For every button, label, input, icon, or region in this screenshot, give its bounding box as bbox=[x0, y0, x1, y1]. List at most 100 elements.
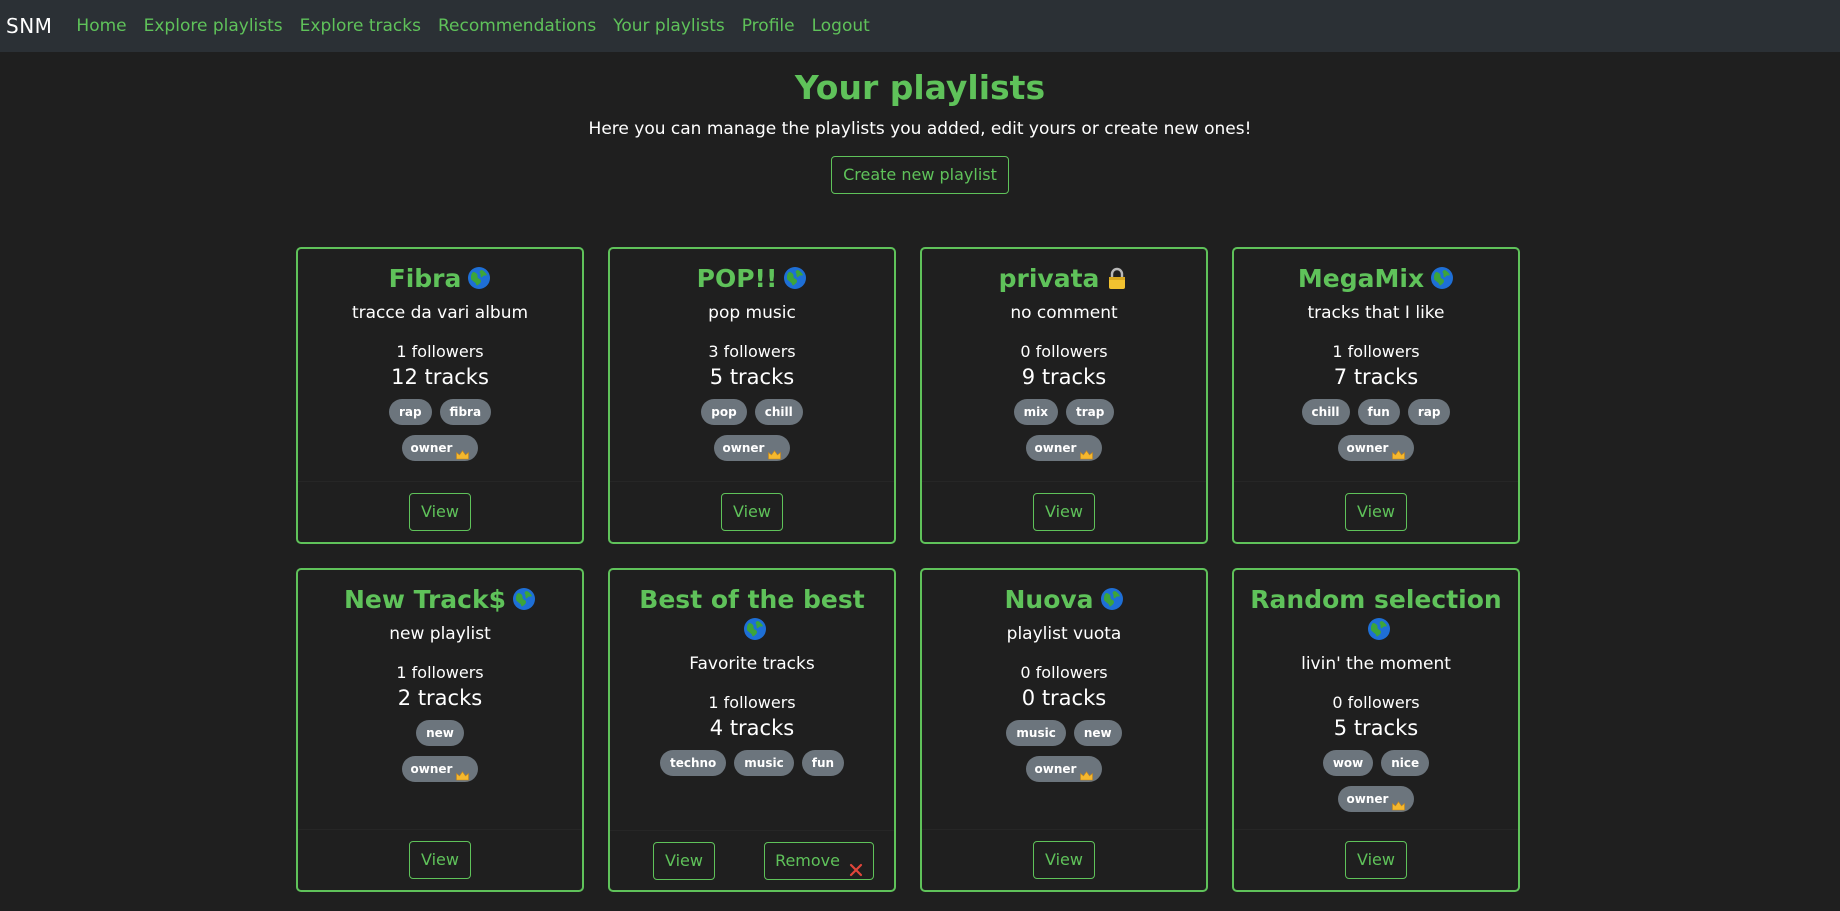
owner-label: owner bbox=[410, 441, 453, 455]
owner-label: owner bbox=[1346, 792, 1389, 806]
card-body: MegaMix tracks that I like 1 followers 7 tr… bbox=[1234, 249, 1518, 461]
view-button[interactable]: View bbox=[1345, 841, 1407, 879]
playlist-title-text: MegaMix bbox=[1297, 264, 1425, 293]
owner-label: owner bbox=[1346, 441, 1389, 455]
tag-badge: chill bbox=[1301, 399, 1350, 425]
tag-list: music new bbox=[922, 720, 1206, 746]
view-button[interactable]: View bbox=[409, 841, 471, 879]
view-button[interactable]: View bbox=[721, 493, 783, 531]
tracks-count: 5 tracks bbox=[1333, 716, 1419, 740]
nav-recommendations[interactable]: Recommendations bbox=[438, 16, 596, 36]
view-button[interactable]: View bbox=[1033, 841, 1095, 879]
playlist-description: playlist vuota bbox=[1006, 624, 1122, 644]
card-footer: View bbox=[298, 829, 582, 890]
view-button[interactable]: View bbox=[1345, 493, 1407, 531]
followers-count: 1 followers bbox=[396, 663, 484, 682]
tag-badge: trap bbox=[1066, 399, 1115, 425]
tag-list: rap fibra bbox=[298, 399, 582, 425]
playlist-grid: Fibra tracce da vari album 1 followers 12 t… bbox=[296, 247, 1521, 892]
card-footer: View bbox=[298, 481, 582, 542]
crown-icon bbox=[456, 443, 470, 460]
playlist-title: MegaMix bbox=[1234, 264, 1518, 294]
followers-count: 1 followers bbox=[708, 693, 796, 712]
playlist-card: New Track$ new playlist 1 followers 2 track… bbox=[296, 568, 584, 892]
tag-list: chill fun rap bbox=[1234, 399, 1518, 425]
nav-profile[interactable]: Profile bbox=[742, 16, 795, 36]
owner-badge: owner bbox=[1025, 756, 1103, 782]
globe-icon bbox=[467, 266, 491, 290]
tracks-count: 0 tracks bbox=[1021, 686, 1107, 710]
card-footer: View bbox=[1234, 481, 1518, 542]
tag-badge: techno bbox=[659, 750, 727, 776]
owner-badge: owner bbox=[401, 435, 479, 461]
playlist-title: privata bbox=[922, 264, 1206, 294]
nav-explore-tracks[interactable]: Explore tracks bbox=[300, 16, 421, 36]
brand-logo[interactable]: SNM bbox=[6, 14, 52, 38]
followers-count: 1 followers bbox=[1332, 342, 1420, 361]
crown-icon bbox=[1080, 764, 1094, 781]
crown-icon bbox=[456, 764, 470, 781]
tag-list: wow nice bbox=[1234, 750, 1518, 776]
tag-list: techno music fun bbox=[610, 750, 894, 776]
playlist-title: Random selection bbox=[1234, 585, 1518, 645]
tag-list: pop chill bbox=[610, 399, 894, 425]
crown-icon bbox=[1080, 443, 1094, 460]
globe-icon bbox=[512, 587, 536, 611]
playlist-title: POP!! bbox=[610, 264, 894, 294]
card-body: New Track$ new playlist 1 followers 2 track… bbox=[298, 570, 582, 782]
tracks-count: 4 tracks bbox=[709, 716, 795, 740]
owner-label: owner bbox=[410, 762, 453, 776]
card-footer: View bbox=[922, 829, 1206, 890]
tracks-count: 7 tracks bbox=[1333, 365, 1419, 389]
playlist-title-text: privata bbox=[998, 264, 1100, 293]
followers-count: 0 followers bbox=[1020, 342, 1108, 361]
create-playlist-button[interactable]: Create new playlist bbox=[831, 156, 1009, 194]
playlist-title-text: Nuova bbox=[1004, 585, 1094, 614]
view-button[interactable]: View bbox=[653, 841, 715, 880]
tag-badge: fun bbox=[801, 750, 845, 776]
tag-badge: mix bbox=[1013, 399, 1058, 425]
view-button[interactable]: View bbox=[1033, 493, 1095, 531]
close-icon bbox=[849, 854, 863, 876]
tag-badge: pop bbox=[701, 399, 747, 425]
playlist-title: New Track$ bbox=[298, 585, 582, 615]
tag-badge: rap bbox=[1407, 399, 1451, 425]
playlist-title: Best of the best bbox=[610, 585, 894, 645]
nav-home[interactable]: Home bbox=[76, 16, 126, 36]
tracks-count: 12 tracks bbox=[391, 365, 489, 389]
owner-label: owner bbox=[1034, 762, 1077, 776]
playlist-card: Random selection livin' the moment 0 follo… bbox=[1232, 568, 1520, 892]
navbar: SNM Home Explore playlists Explore track… bbox=[0, 0, 1840, 52]
remove-button[interactable]: Remove bbox=[764, 841, 874, 880]
playlist-description: tracce da vari album bbox=[351, 303, 529, 323]
tag-badge: music bbox=[1006, 720, 1066, 746]
globe-icon bbox=[1100, 587, 1124, 611]
nav-logout[interactable]: Logout bbox=[812, 16, 870, 36]
tag-badge: new bbox=[1073, 720, 1122, 746]
playlist-title: Fibra bbox=[298, 264, 582, 294]
playlist-title-text: New Track$ bbox=[343, 585, 507, 614]
playlist-card: MegaMix tracks that I like 1 followers 7 tr… bbox=[1232, 247, 1520, 544]
playlist-description: Favorite tracks bbox=[689, 654, 815, 674]
page-header: Your playlists Here you can manage the p… bbox=[0, 52, 1840, 194]
owner-badge: owner bbox=[1025, 435, 1103, 461]
card-footer: View bbox=[1234, 829, 1518, 890]
globe-icon bbox=[743, 617, 767, 641]
tag-badge: fibra bbox=[439, 399, 492, 425]
view-button[interactable]: View bbox=[409, 493, 471, 531]
crown-icon bbox=[1392, 794, 1406, 811]
card-body: Random selection livin' the moment 0 follo… bbox=[1234, 570, 1518, 812]
playlist-title-text: Fibra bbox=[388, 264, 462, 293]
card-footer: View bbox=[610, 481, 894, 542]
tag-badge: wow bbox=[1322, 750, 1374, 776]
owner-badge: owner bbox=[1337, 435, 1415, 461]
tracks-count: 9 tracks bbox=[1021, 365, 1107, 389]
followers-count: 0 followers bbox=[1020, 663, 1108, 682]
playlist-card: privata no comment 0 followers 9 tracks mix t… bbox=[920, 247, 1208, 544]
playlist-description: new playlist bbox=[389, 624, 491, 644]
page-title: Your playlists bbox=[794, 68, 1046, 107]
nav-your-playlists[interactable]: Your playlists bbox=[613, 16, 725, 36]
nav-explore-playlists[interactable]: Explore playlists bbox=[144, 16, 283, 36]
followers-count: 1 followers bbox=[396, 342, 484, 361]
tag-list: new bbox=[298, 720, 582, 746]
